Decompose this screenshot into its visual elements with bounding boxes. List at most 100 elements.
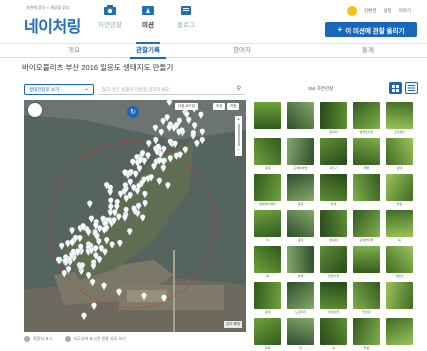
observation-thumbnail[interactable] bbox=[320, 282, 347, 309]
observation-thumbnail[interactable] bbox=[353, 174, 380, 201]
observation-thumbnail[interactable] bbox=[386, 282, 413, 309]
thumbnail-label: 도깨비바늘 bbox=[293, 166, 308, 170]
roadview-button[interactable]: 다음 로드뷰 bbox=[175, 103, 199, 110]
observation-thumbnail[interactable] bbox=[386, 102, 413, 129]
observation-thumbnail[interactable] bbox=[386, 138, 413, 165]
map-legend: 관찰지 표시 지도상에 표시된 관찰 자료 보기 bbox=[24, 336, 126, 342]
thumbnail-label: 돌콩 bbox=[363, 346, 370, 350]
nav-label: 자연관찰 bbox=[98, 22, 122, 29]
observation-thumbnail[interactable] bbox=[320, 138, 347, 165]
thumbnail-label: 참새피 bbox=[329, 130, 338, 134]
observation-thumbnail[interactable] bbox=[353, 138, 380, 165]
observation-thumbnail[interactable] bbox=[320, 174, 347, 201]
grid-view-button[interactable] bbox=[389, 82, 402, 94]
pin-icon bbox=[24, 336, 30, 342]
thumbnail-label: 소리쟁이 bbox=[393, 130, 406, 134]
list-view-button[interactable] bbox=[405, 82, 418, 94]
upload-button-label: 이 미션에 관찰 올리기 bbox=[345, 27, 405, 35]
upload-observation-button[interactable]: + 이 미션에 관찰 올리기 bbox=[325, 22, 417, 37]
observation-thumbnail[interactable] bbox=[353, 282, 380, 309]
thumbnail-label: 참새피 bbox=[329, 238, 338, 242]
observation-thumbnail[interactable] bbox=[320, 210, 347, 237]
observation-thumbnail[interactable] bbox=[353, 210, 380, 237]
view-mode-select[interactable]: 생태관찰로 보기 ⌄ bbox=[24, 84, 94, 95]
observation-thumbnail[interactable] bbox=[254, 174, 281, 201]
satellite-button[interactable]: 위성 bbox=[213, 103, 226, 110]
observation-thumbnail[interactable] bbox=[353, 318, 380, 345]
observation-gallery: 참새피 방울토마토 소리쟁이 갈대 도깨비바늘 쇠뜨기 깨풀 갈대 털별꽃아재비 갈대 솔새 돌콩 띠 갈… bbox=[252, 100, 417, 350]
observation-thumbnail[interactable] bbox=[287, 210, 314, 237]
refresh-button[interactable]: ↻ bbox=[127, 106, 139, 118]
observation-thumbnail[interactable] bbox=[353, 102, 380, 129]
observation-thumbnail[interactable] bbox=[254, 246, 281, 273]
species-search-input[interactable]: 찾고 싶은 생물의 이름을 입력하세요 ⚲ bbox=[98, 84, 245, 95]
observation-thumbnail[interactable] bbox=[254, 282, 281, 309]
zoom-out-icon[interactable]: − bbox=[235, 146, 242, 154]
observation-thumbnail[interactable] bbox=[254, 318, 281, 345]
zoom-control[interactable]: + − bbox=[235, 116, 242, 156]
satellite-map[interactable] bbox=[24, 100, 246, 332]
map-zoom-label: 지도 확대 bbox=[224, 321, 242, 328]
legend-item[interactable]: 지도상에 표시된 관찰 자료 보기 bbox=[64, 336, 126, 342]
observation-thumbnail[interactable] bbox=[287, 174, 314, 201]
terrain-button[interactable]: 지형 bbox=[227, 103, 240, 110]
avatar[interactable] bbox=[346, 6, 357, 16]
tagline: 자연에 묻다 × 세상을 읽다 bbox=[26, 5, 70, 10]
observation-thumbnail[interactable] bbox=[287, 246, 314, 273]
observation-thumbnail[interactable] bbox=[287, 318, 314, 345]
thumbnail-label: 쑥 bbox=[266, 274, 269, 278]
thumbnail-label: 갈대 bbox=[297, 202, 304, 206]
mission-tabs: 개요 관찰기록 참여자 통계 bbox=[0, 44, 427, 59]
nav-mission[interactable]: 미션 bbox=[130, 5, 166, 44]
nav-label: 미션 bbox=[142, 22, 154, 29]
zoom-in-icon[interactable]: + bbox=[235, 116, 242, 124]
thumbnail-label: 개망초 bbox=[395, 274, 404, 278]
nav-blog[interactable]: 블로그 bbox=[168, 5, 204, 37]
user-links: 김환경 설정 이야기 bbox=[346, 6, 411, 16]
grid-icon bbox=[392, 84, 399, 92]
thumbnail-label: 엉겅퀴 bbox=[362, 310, 371, 314]
observation-thumbnail[interactable] bbox=[320, 318, 347, 345]
observation-thumbnail[interactable] bbox=[386, 246, 413, 273]
plus-icon: + bbox=[337, 24, 343, 34]
site-logo[interactable]: 네이처링 bbox=[24, 13, 81, 37]
search-placeholder: 찾고 싶은 생물의 이름을 입력하세요 bbox=[102, 87, 170, 92]
thumbnail-label: 깨풀 bbox=[363, 166, 370, 170]
info-icon bbox=[64, 336, 71, 342]
thumbnail-label: 쇠뜨기 bbox=[329, 166, 338, 170]
tab-overview[interactable]: 개요 bbox=[62, 44, 86, 58]
observation-thumbnail[interactable] bbox=[254, 210, 281, 237]
search-icon[interactable]: ⚲ bbox=[237, 84, 241, 95]
observation-thumbnail[interactable] bbox=[320, 246, 347, 273]
zoom-slider[interactable] bbox=[237, 124, 240, 146]
observation-thumbnail[interactable] bbox=[353, 246, 380, 273]
legend-label: 관찰지 표시 bbox=[33, 336, 53, 342]
tab-records[interactable]: 관찰기록 bbox=[130, 44, 166, 59]
observation-thumbnail[interactable] bbox=[287, 138, 314, 165]
thumbnail-label: 갈대 bbox=[264, 166, 271, 170]
observation-thumbnail[interactable] bbox=[386, 210, 413, 237]
observation-thumbnail[interactable] bbox=[386, 174, 413, 201]
story-link[interactable]: 이야기 bbox=[399, 8, 411, 14]
legend-label: 지도상에 표시된 관찰 자료 보기 bbox=[73, 336, 126, 342]
book-icon bbox=[181, 6, 191, 15]
page-title: 바이오블리츠 부산 2016 일응도 생태지도 만들기 bbox=[22, 63, 174, 72]
legend-item[interactable]: 관찰지 표시 bbox=[24, 336, 53, 342]
chevron-down-icon: ⌄ bbox=[83, 86, 89, 92]
nav-observe[interactable]: 자연관찰 bbox=[92, 5, 128, 37]
user-name-link[interactable]: 김환경 bbox=[364, 8, 376, 14]
observation-thumbnail[interactable] bbox=[254, 102, 281, 129]
map-toggle-button[interactable] bbox=[28, 103, 42, 117]
observation-thumbnail[interactable] bbox=[254, 138, 281, 165]
observation-thumbnail[interactable] bbox=[320, 102, 347, 129]
observation-thumbnail[interactable] bbox=[287, 282, 314, 309]
tab-participants[interactable]: 참여자 bbox=[230, 44, 254, 58]
thumbnail-label: 닭의장풀 bbox=[327, 310, 340, 314]
tab-stats[interactable]: 통계 bbox=[358, 44, 378, 58]
thumbnail-label: 쑥 bbox=[332, 346, 335, 350]
observation-thumbnail[interactable] bbox=[287, 102, 314, 129]
observation-map[interactable]: ↻ 다음 로드뷰 위성 지형 + − 지도 확대 bbox=[24, 100, 246, 332]
observation-thumbnail[interactable] bbox=[386, 318, 413, 345]
settings-link[interactable]: 설정 bbox=[383, 8, 391, 14]
flag-icon bbox=[142, 6, 154, 15]
